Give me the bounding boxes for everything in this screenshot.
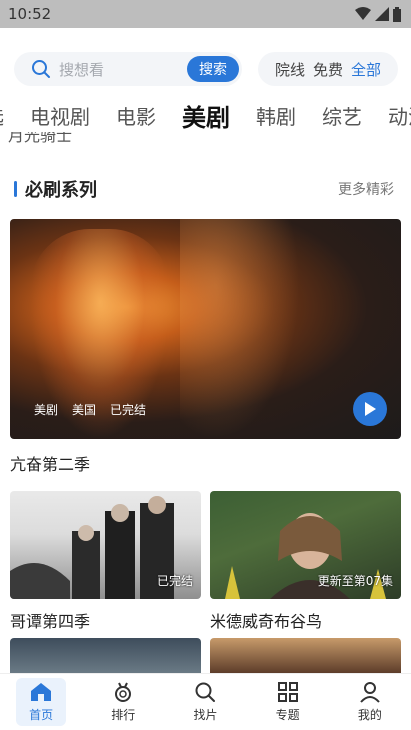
hero-tags: 美剧 美国 已完结 [34, 401, 146, 418]
nav-topics-label: 专题 [275, 708, 300, 722]
home-icon [31, 683, 52, 701]
hero-image-light [180, 219, 300, 439]
play-button[interactable] [353, 392, 387, 426]
more-link[interactable]: 更多精彩 [338, 179, 394, 199]
section-title-group: 必刷系列 [14, 176, 97, 202]
nav-find[interactable]: 找片 [180, 678, 230, 726]
tab-variety[interactable]: 综艺 [322, 101, 362, 130]
card-title-midwich[interactable]: 米德威奇布谷鸟 [210, 608, 322, 632]
nav-topics[interactable]: 专题 [263, 678, 313, 726]
wifi-icon [355, 7, 371, 20]
status-time: 10:52 [8, 5, 52, 23]
section-header: 必刷系列 更多精彩 [14, 176, 394, 202]
search-placeholder: 搜想看 [59, 60, 105, 79]
tab-us-drama[interactable]: 美剧 [182, 98, 230, 132]
card-status-badge: 已完结 [156, 574, 193, 588]
nav-home-label: 首页 [29, 708, 54, 722]
filter-free[interactable]: 免费 [313, 59, 343, 80]
show-card-partial-left[interactable] [10, 638, 201, 674]
show-card-gotham[interactable]: 已完结 [10, 491, 201, 599]
section-title: 必刷系列 [25, 180, 97, 201]
tab-featured[interactable]: 选 [0, 101, 4, 130]
play-icon [365, 402, 376, 416]
nav-find-label: 找片 [193, 708, 218, 722]
user-icon [360, 682, 380, 703]
search-icon [195, 682, 216, 702]
status-bar: 10:52 [0, 0, 411, 28]
search-button[interactable]: 搜索 [187, 56, 239, 82]
filter-all[interactable]: 全部 [351, 59, 381, 80]
hero-title[interactable]: 亢奋第二季 [10, 451, 90, 475]
category-tabs: 选 电视剧 电影 美剧 韩剧 综艺 动漫 [0, 98, 411, 132]
grid-icon [277, 682, 298, 702]
card-title-gotham[interactable]: 哥谭第四季 [10, 608, 90, 632]
tab-tv-series[interactable]: 电视剧 [30, 101, 90, 130]
show-card-midwich[interactable]: 更新至第07集 [210, 491, 401, 599]
signal-icon [375, 7, 389, 21]
hero-tag-region: 美国 [72, 403, 97, 417]
status-icons [355, 6, 401, 22]
nav-ranking[interactable]: 排行 [98, 678, 148, 726]
hero-tag-genre: 美剧 [34, 403, 59, 417]
nav-home[interactable]: 首页 [16, 678, 67, 726]
nav-profile[interactable]: 我的 [345, 678, 395, 726]
medal-icon [115, 682, 132, 702]
search-icon [32, 60, 50, 78]
hero-poster[interactable]: 美剧 美国 已完结 [10, 219, 401, 439]
nav-ranking-label: 排行 [111, 708, 136, 722]
battery-icon [393, 6, 401, 22]
scrolled-item-title: 月光骑士 [8, 132, 73, 144]
card-update-badge: 更新至第07集 [317, 574, 393, 588]
tab-k-drama[interactable]: 韩剧 [256, 101, 296, 130]
bottom-nav: 首页 排行 找片 专题 我的 [0, 673, 411, 730]
tab-anime[interactable]: 动漫 [388, 101, 411, 130]
section-accent-bar [14, 181, 17, 197]
tab-movies[interactable]: 电影 [116, 101, 156, 130]
search-input[interactable]: 搜想看 搜索 [14, 52, 242, 86]
filter-cinema[interactable]: 院线 [275, 59, 305, 80]
search-row: 搜想看 搜索 院线 免费 全部 [14, 52, 398, 86]
hero-tag-status: 已完结 [110, 403, 147, 417]
filter-group: 院线 免费 全部 [258, 52, 398, 86]
show-card-partial-right[interactable] [210, 638, 401, 674]
nav-profile-label: 我的 [357, 708, 382, 722]
